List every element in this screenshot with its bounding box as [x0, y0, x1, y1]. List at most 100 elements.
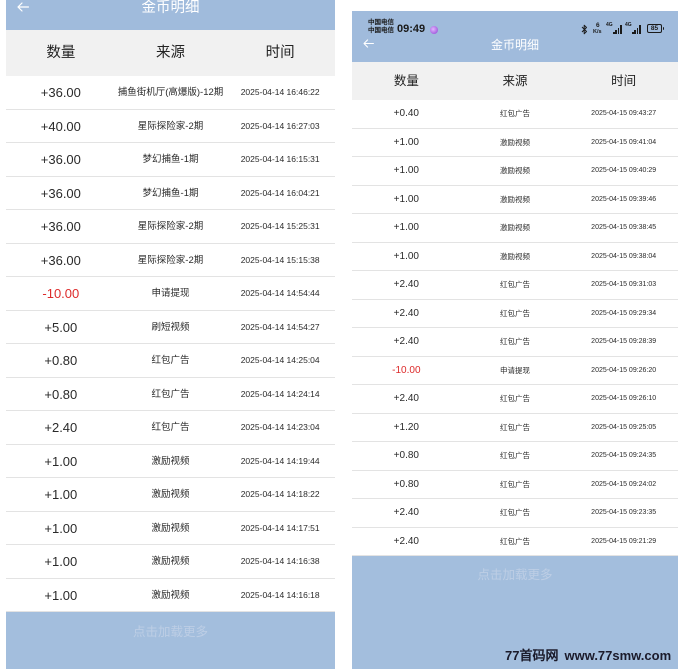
net-speed-unit: K/s — [593, 29, 602, 35]
load-more-area: 点击加载更多 — [6, 612, 335, 669]
record-time: 2025-04-14 14:24:14 — [240, 388, 320, 399]
record-time: 2025-04-15 09:39:46 — [591, 195, 657, 203]
record-time: 2025-04-14 14:16:18 — [240, 589, 320, 600]
record-source: 红包广告 — [500, 422, 530, 432]
record-time: 2025-04-14 16:04:21 — [240, 187, 320, 198]
table-row: +1.00 激励视频 2025-04-14 14:16:18 — [6, 578, 335, 612]
table-row: +1.00 激励视频 2025-04-15 09:40:29 — [352, 157, 678, 186]
record-time: 2025-04-15 09:29:34 — [591, 309, 657, 317]
record-time: 2025-04-15 09:38:04 — [591, 252, 657, 260]
column-header-source: 来源 — [156, 45, 185, 61]
nav-bar: 中国电信 中国电信 09:49 6 K/s 4G 4G 85 金币明细 — [352, 11, 678, 62]
right-coin-detail-screen: 中国电信 中国电信 09:49 6 K/s 4G 4G 85 金币明细 数量 来… — [352, 11, 678, 669]
record-source: 梦幻捕鱼-1期 — [142, 154, 199, 165]
record-source: 激励视频 — [500, 223, 530, 232]
table-row: +5.00 刷短视频 2025-04-14 14:54:27 — [6, 310, 335, 344]
record-time: 2025-04-15 09:43:27 — [591, 110, 657, 117]
record-source: 激励视频 — [151, 489, 190, 500]
record-time: 2025-04-15 09:23:35 — [591, 509, 657, 516]
record-amount: +0.80 — [44, 386, 78, 402]
column-header-amount: 数量 — [46, 45, 76, 61]
carrier-name-1: 中国电信 — [368, 19, 394, 26]
record-amount: +2.40 — [44, 420, 78, 435]
load-more-button[interactable]: 点击加载更多 — [477, 567, 552, 583]
table-header: 数量 来源 时间 — [352, 62, 678, 100]
table-row: +1.00 激励视频 2025-04-14 14:16:38 — [6, 545, 335, 579]
record-amount: +36.00 — [40, 252, 81, 268]
record-source: 红包广告 — [500, 479, 530, 489]
record-source: 星际探险家-2期 — [137, 221, 204, 232]
table-row: +1.00 激励视频 2025-04-14 14:18:22 — [6, 478, 335, 512]
carrier-name-2: 中国电信 — [368, 27, 394, 34]
record-amount: +1.00 — [393, 165, 419, 176]
record-time: 2025-04-14 14:16:38 — [240, 556, 320, 566]
record-time: 2025-04-14 14:25:04 — [240, 355, 320, 365]
page-title: 金币明细 — [490, 38, 539, 52]
record-amount: +1.00 — [44, 520, 78, 536]
column-header-time: 时间 — [265, 45, 295, 61]
watermark-site-name: 77首码网 — [505, 648, 559, 663]
table-row: +1.00 激励视频 2025-04-15 09:38:45 — [352, 214, 678, 243]
table-row: +1.00 激励视频 2025-04-15 09:39:46 — [352, 185, 678, 214]
coin-record-list: +36.00 捕鱼街机厅(高爆版)-12期 2025-04-14 16:46:22 +… — [6, 76, 335, 612]
table-row: -10.00 申请提现 2025-04-14 14:54:44 — [6, 277, 335, 311]
record-source: 刷短视频 — [151, 321, 190, 333]
table-row: -10.00 申请提现 2025-04-15 09:26:20 — [352, 356, 678, 385]
record-amount: +1.00 — [44, 554, 78, 569]
record-time: 2025-04-14 16:15:31 — [240, 154, 320, 164]
record-source: 红包广告 — [151, 355, 190, 366]
table-row: +2.40 红包广告 2025-04-15 09:28:39 — [352, 328, 678, 357]
record-amount: +0.80 — [393, 450, 419, 461]
record-source: 红包广告 — [500, 394, 530, 403]
record-source: 捕鱼街机厅(高爆版)-12期 — [117, 87, 224, 98]
load-more-button[interactable]: 点击加载更多 — [133, 624, 208, 640]
battery-icon: 85 — [647, 24, 664, 33]
record-source: 红包广告 — [500, 280, 530, 289]
record-amount: +0.80 — [44, 353, 78, 368]
net-speed-value: 6 — [596, 22, 600, 29]
record-amount: +2.40 — [393, 535, 419, 547]
record-time: 2025-04-14 16:27:03 — [240, 120, 320, 131]
record-time: 2025-04-15 09:40:29 — [591, 167, 657, 174]
record-time: 2025-04-14 14:17:51 — [240, 522, 320, 533]
record-time: 2025-04-15 09:24:02 — [591, 480, 657, 488]
record-time: 2025-04-15 09:26:20 — [591, 366, 657, 374]
record-source: 星际探险家-2期 — [137, 254, 204, 266]
record-amount: +1.00 — [393, 136, 419, 148]
record-source: 星际探险家-2期 — [137, 120, 204, 132]
record-amount: +1.00 — [44, 453, 78, 469]
table-row: +0.40 红包广告 2025-04-15 09:43:27 — [352, 100, 678, 129]
record-time: 2025-04-14 14:18:22 — [240, 489, 320, 499]
coin-record-list: +0.40 红包广告 2025-04-15 09:43:27 +1.00 激励视频 202… — [352, 100, 678, 556]
table-row: +1.00 激励视频 2025-04-14 14:17:51 — [6, 511, 335, 545]
table-row: +1.00 激励视频 2025-04-15 09:38:04 — [352, 242, 678, 271]
record-time: 2025-04-14 14:19:44 — [240, 455, 320, 466]
table-row: +2.40 红包广告 2025-04-15 09:23:35 — [352, 499, 678, 528]
column-header-amount: 数量 — [393, 74, 419, 88]
record-amount: +36.00 — [40, 85, 81, 100]
column-header-time: 时间 — [611, 74, 637, 88]
record-source: 红包广告 — [500, 508, 530, 517]
record-source: 梦幻捕鱼-1期 — [142, 187, 199, 199]
record-amount: +40.00 — [40, 118, 81, 134]
record-source: 激励视频 — [151, 522, 190, 534]
record-amount: +1.00 — [393, 222, 419, 233]
record-amount: +0.80 — [393, 478, 419, 490]
record-amount: +1.00 — [393, 193, 419, 205]
table-row: +2.40 红包广告 2025-04-14 14:23:04 — [6, 411, 335, 445]
record-amount: +2.40 — [393, 279, 419, 290]
record-time: 2025-04-14 16:46:22 — [240, 87, 320, 97]
network-type-1: 4G — [606, 22, 613, 28]
record-source: 激励视频 — [500, 194, 530, 204]
record-time: 2025-04-15 09:26:10 — [591, 395, 657, 402]
record-source: 红包广告 — [500, 337, 530, 346]
table-row: +2.40 红包广告 2025-04-15 09:26:10 — [352, 385, 678, 414]
left-coin-detail-screen: 金币明细 数量 来源 时间 +36.00 捕鱼街机厅(高爆版)-12期 2025-0… — [6, 0, 335, 669]
table-row: +0.80 红包广告 2025-04-14 14:24:14 — [6, 377, 335, 411]
record-source: 激励视频 — [500, 166, 530, 175]
table-row: +36.00 梦幻捕鱼-1期 2025-04-14 16:15:31 — [6, 143, 335, 177]
table-row: +36.00 星际探险家-2期 2025-04-14 15:25:31 — [6, 210, 335, 244]
record-source: 红包广告 — [500, 109, 530, 118]
table-row: +36.00 梦幻捕鱼-1期 2025-04-14 16:04:21 — [6, 176, 335, 210]
record-source: 激励视频 — [151, 589, 190, 601]
